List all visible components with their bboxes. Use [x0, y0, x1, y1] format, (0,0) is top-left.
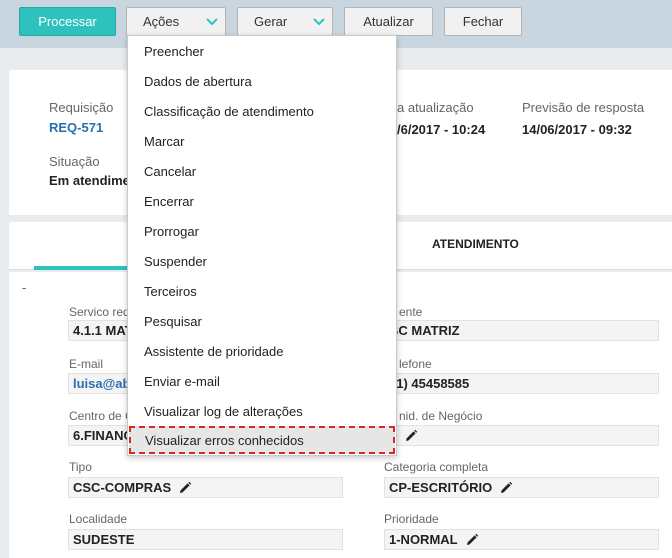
cliente-value: BC MATRIZ — [389, 323, 460, 338]
menu-item-dados-de-abertura[interactable]: Dados de abertura — [128, 66, 396, 96]
gerar-dropdown-button[interactable]: Gerar — [237, 7, 333, 36]
unid-field — [384, 425, 659, 446]
tab-atendimento[interactable]: ATENDIMENTO — [432, 237, 519, 251]
telefone-field: 51) 45458585 — [384, 373, 659, 394]
pencil-icon[interactable] — [404, 429, 418, 443]
localidade-label: Localidade — [69, 512, 128, 526]
centro-label: Centro de C — [69, 409, 134, 423]
menu-item-preencher[interactable]: Preencher — [128, 36, 396, 66]
chevron-down-icon — [306, 17, 332, 26]
chevron-down-icon — [199, 17, 225, 26]
servico-value: 4.1.1 MAT — [73, 323, 133, 338]
categoria-field: CP-ESCRITÓRIO — [384, 477, 659, 498]
localidade-value: SUDESTE — [73, 532, 135, 547]
prioridade-label: Prioridade — [384, 512, 439, 526]
menu-item-encerrar[interactable]: Encerrar — [128, 186, 396, 216]
pencil-icon[interactable] — [178, 481, 192, 495]
menu-item-assistente-prioridade[interactable]: Assistente de prioridade — [128, 336, 396, 366]
atualizar-button[interactable]: Atualizar — [344, 7, 433, 36]
prioridade-value: 1-NORMAL — [389, 532, 458, 547]
categoria-label: Categoria completa — [384, 460, 489, 474]
acoes-dropdown-button[interactable]: Ações — [126, 7, 226, 36]
menu-item-pesquisar[interactable]: Pesquisar — [128, 306, 396, 336]
menu-item-prorrogar[interactable]: Prorrogar — [128, 216, 396, 246]
situacao-value: Em atendime — [49, 173, 130, 188]
previsao-value: 14/06/2017 - 09:32 — [522, 122, 632, 137]
requisicao-link[interactable]: REQ-571 — [49, 120, 103, 135]
email-label: E-mail — [69, 357, 104, 371]
centro-value: 6.FINANC — [73, 428, 133, 443]
menu-item-terceiros[interactable]: Terceiros — [128, 276, 396, 306]
tipo-value: CSC-COMPRAS — [73, 480, 172, 495]
menu-item-visualizar-log[interactable]: Visualizar log de alterações — [128, 396, 396, 426]
acoes-label: Ações — [143, 14, 180, 29]
servico-label: Servico req — [69, 305, 130, 319]
prioridade-field: 1-NORMAL — [384, 529, 659, 550]
telefone-value: 51) 45458585 — [389, 376, 470, 391]
menu-item-enviar-email[interactable]: Enviar e-mail — [128, 366, 396, 396]
menu-item-cancelar[interactable]: Cancelar — [128, 156, 396, 186]
processar-button[interactable]: Processar — [19, 7, 116, 36]
pencil-icon[interactable] — [465, 533, 479, 547]
localidade-field: SUDESTE — [68, 529, 343, 550]
fechar-button[interactable]: Fechar — [444, 7, 522, 36]
requisicao-label: Requisição — [49, 100, 114, 115]
telefone-label: lefone — [399, 357, 432, 371]
acoes-dropdown-menu: Preencher Dados de abertura Classificaçã… — [127, 35, 397, 456]
ultima-atualizacao-label: a atualização — [397, 100, 474, 115]
ultima-atualizacao-value: /6/2017 - 10:24 — [397, 122, 486, 137]
pencil-icon[interactable] — [499, 481, 513, 495]
previsao-label: Previsão de resposta — [522, 100, 645, 115]
cliente-label: ente — [399, 305, 423, 319]
menu-item-suspender[interactable]: Suspender — [128, 246, 396, 276]
fechar-label: Fechar — [462, 14, 504, 29]
tipo-label: Tipo — [69, 460, 92, 474]
menu-item-visualizar-erros[interactable]: Visualizar erros conhecidos — [129, 426, 395, 454]
email-value[interactable]: luisa@ab — [73, 376, 130, 391]
menu-item-marcar[interactable]: Marcar — [128, 126, 396, 156]
atualizar-label: Atualizar — [363, 14, 414, 29]
cliente-field: BC MATRIZ — [384, 320, 659, 341]
collapse-toggle[interactable]: - — [22, 280, 26, 295]
tipo-field: CSC-COMPRAS — [68, 477, 343, 498]
menu-item-classificacao[interactable]: Classificação de atendimento — [128, 96, 396, 126]
gerar-label: Gerar — [254, 14, 288, 29]
categoria-value: CP-ESCRITÓRIO — [389, 480, 493, 495]
situacao-label: Situação — [49, 154, 100, 169]
processar-label: Processar — [38, 14, 97, 29]
unid-label: nid. de Negócio — [399, 409, 483, 423]
